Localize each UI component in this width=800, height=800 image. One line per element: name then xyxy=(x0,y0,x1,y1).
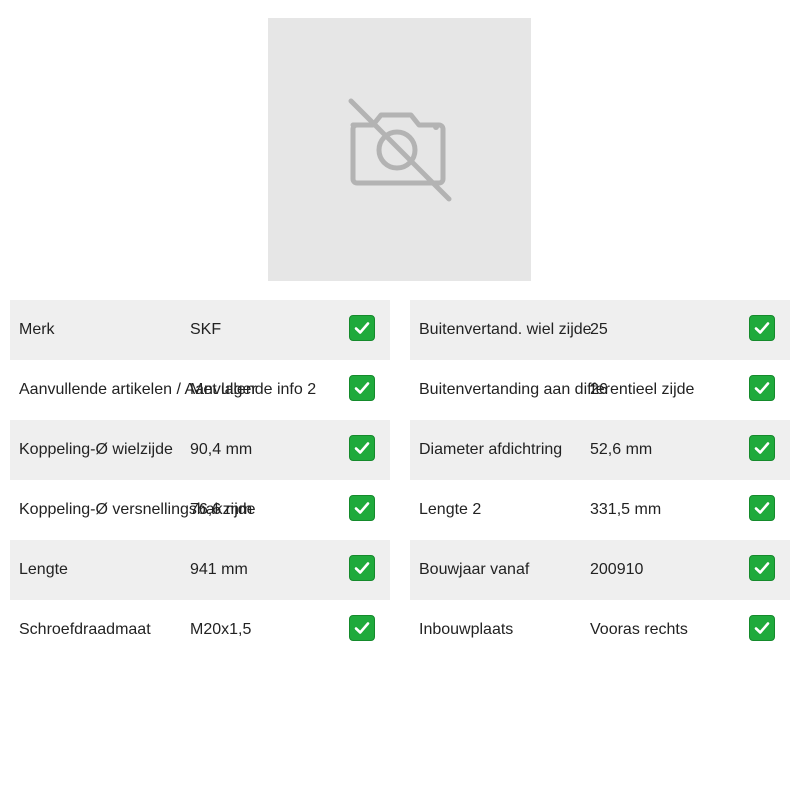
spec-row: Diameter afdichtring 52,6 mm xyxy=(410,420,790,480)
spec-value: SKF xyxy=(190,321,222,338)
spec-row: Buitenvertand. wiel zijde 25 xyxy=(410,300,790,360)
spec-value: 331,5 mm xyxy=(590,501,662,518)
spec-value: 76,6 mm xyxy=(190,501,253,518)
spec-label: Buitenvertand. wiel zijde xyxy=(419,321,592,338)
spec-label: Buitenvertanding aan differentieel zijde xyxy=(419,381,695,398)
spec-label: Schroefdraadmaat xyxy=(19,621,151,638)
spec-value: 26 xyxy=(590,381,608,398)
spec-value: 941 mm xyxy=(190,561,248,578)
spec-label: Diameter afdichtring xyxy=(419,441,563,458)
spec-row: Merk SKF xyxy=(10,300,390,360)
spec-row: Koppeling-Ø wielzijde 90,4 mm xyxy=(10,420,390,480)
spec-row: Buitenvertanding aan differentieel zijde… xyxy=(410,360,790,420)
spec-label: Lengte xyxy=(19,561,68,578)
checkmark-icon xyxy=(349,555,375,581)
checkmark-icon xyxy=(349,315,375,341)
spec-label: Inbouwplaats xyxy=(419,621,514,638)
no-photo-icon xyxy=(345,95,455,205)
spec-label: Lengte 2 xyxy=(419,501,482,518)
checkmark-icon xyxy=(749,495,775,521)
spec-value: 25 xyxy=(590,321,608,338)
product-image-placeholder xyxy=(268,18,531,281)
spec-label: Koppeling-Ø wielzijde xyxy=(19,441,173,458)
spec-value: 90,4 mm xyxy=(190,441,253,458)
checkmark-icon xyxy=(349,435,375,461)
spec-row: Aanvullende artikelen / Aanvullende info… xyxy=(10,360,390,420)
spec-row: Inbouwplaats Vooras rechts xyxy=(410,600,790,660)
spec-table-right: Buitenvertand. wiel zijde 25 Buitenverta… xyxy=(410,300,790,660)
spec-value: Met lager xyxy=(190,381,257,398)
spec-row: Koppeling-Ø versnellingsbakzijde 76,6 mm xyxy=(10,480,390,540)
spec-row: Bouwjaar vanaf 200910 xyxy=(410,540,790,600)
product-spec-page: Merk SKF Aanvullende artikelen / Aanvull… xyxy=(0,0,800,800)
spec-table-left: Merk SKF Aanvullende artikelen / Aanvull… xyxy=(10,300,390,660)
spec-value: Vooras rechts xyxy=(590,621,688,638)
checkmark-icon xyxy=(349,615,375,641)
checkmark-icon xyxy=(749,615,775,641)
checkmark-icon xyxy=(349,375,375,401)
checkmark-icon xyxy=(349,495,375,521)
checkmark-icon xyxy=(749,315,775,341)
checkmark-icon xyxy=(749,555,775,581)
checkmark-icon xyxy=(749,435,775,461)
spec-value: M20x1,5 xyxy=(190,621,252,638)
checkmark-icon xyxy=(749,375,775,401)
spec-row: Lengte 2 331,5 mm xyxy=(410,480,790,540)
spec-value: 200910 xyxy=(590,561,644,578)
spec-label: Aanvullende artikelen / Aanvullende info… xyxy=(19,381,317,398)
spec-value: 52,6 mm xyxy=(590,441,653,458)
spec-row: Schroefdraadmaat M20x1,5 xyxy=(10,600,390,660)
spec-label: Bouwjaar vanaf xyxy=(419,561,530,578)
spec-row: Lengte 941 mm xyxy=(10,540,390,600)
spec-label: Merk xyxy=(19,321,55,338)
